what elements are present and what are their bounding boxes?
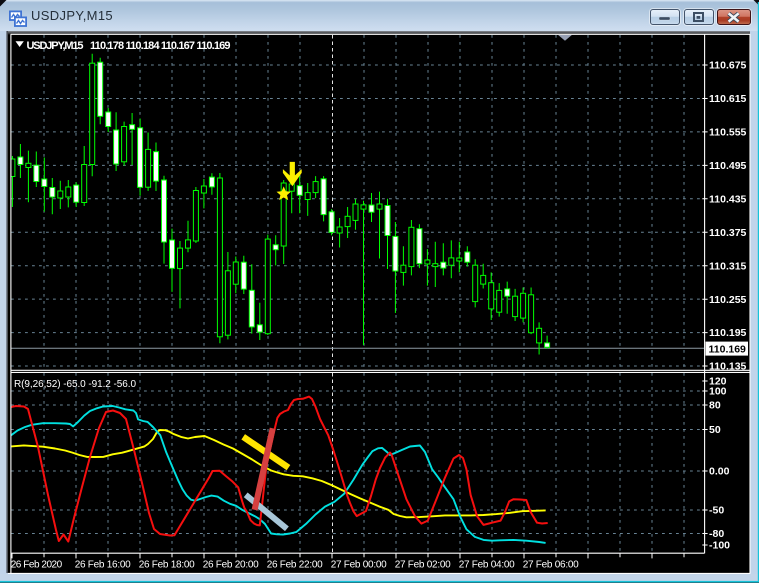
svg-text:26 Feb 16:00: 26 Feb 16:00 [75, 560, 131, 571]
svg-text:26 Feb 2020: 26 Feb 2020 [11, 560, 63, 571]
svg-text:100: 100 [709, 386, 727, 398]
svg-text:50: 50 [709, 424, 721, 436]
svg-text:0.00: 0.00 [709, 466, 730, 478]
svg-text:-100: -100 [709, 540, 730, 552]
svg-text:110.255: 110.255 [709, 294, 747, 306]
svg-text:-50: -50 [709, 505, 724, 517]
svg-text:27 Feb 00:00: 27 Feb 00:00 [331, 560, 387, 571]
svg-text:110.195: 110.195 [709, 327, 747, 339]
svg-text:110.169: 110.169 [709, 343, 747, 355]
svg-text:USDJPY,M15: USDJPY,M15 [27, 40, 84, 52]
svg-text:110.435: 110.435 [709, 193, 747, 205]
svg-text:27 Feb 04:00: 27 Feb 04:00 [459, 560, 515, 571]
svg-text:110.495: 110.495 [709, 160, 747, 172]
svg-text:110.555: 110.555 [709, 127, 747, 139]
svg-text:110.615: 110.615 [709, 93, 747, 105]
svg-text:R(9,26,52) -65.0 -91.2 -56.0: R(9,26,52) -65.0 -91.2 -56.0 [14, 379, 136, 390]
svg-text:80: 80 [709, 400, 721, 412]
svg-text:110.675: 110.675 [709, 60, 747, 72]
svg-text:110.135: 110.135 [709, 361, 747, 373]
svg-text:110.315: 110.315 [709, 260, 747, 272]
svg-text:26 Feb 20:00: 26 Feb 20:00 [203, 560, 259, 571]
svg-text:26 Feb 22:00: 26 Feb 22:00 [267, 560, 323, 571]
svg-text:27 Feb 02:00: 27 Feb 02:00 [395, 560, 451, 571]
svg-text:-80: -80 [709, 528, 724, 540]
svg-text:26 Feb 18:00: 26 Feb 18:00 [139, 560, 195, 571]
svg-text:27 Feb 06:00: 27 Feb 06:00 [523, 560, 579, 571]
svg-text:110.375: 110.375 [709, 227, 747, 239]
svg-text:110.178 110.184 110.167 110.16: 110.178 110.184 110.167 110.169 [90, 40, 231, 52]
